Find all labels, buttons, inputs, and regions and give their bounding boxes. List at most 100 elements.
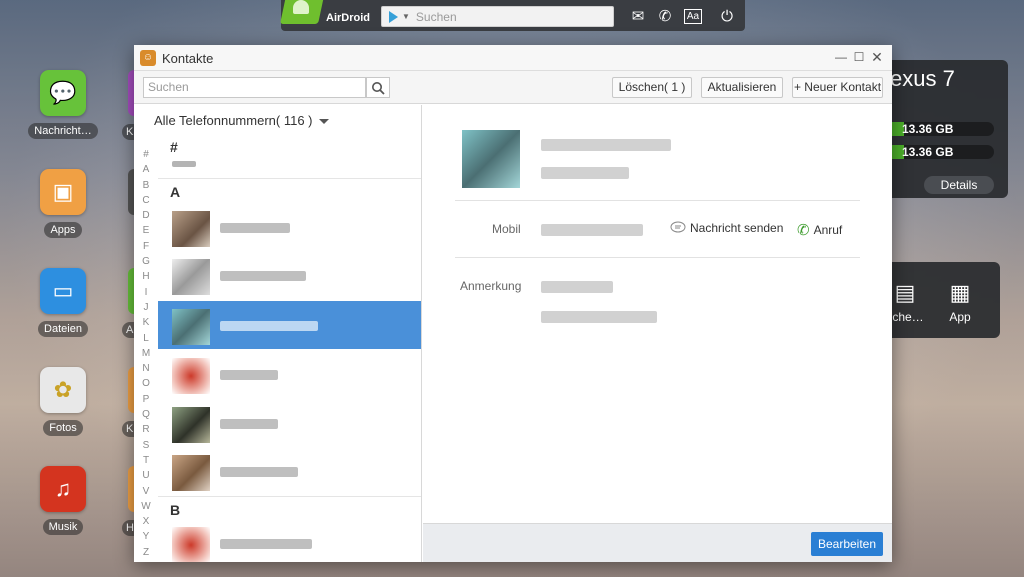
alphabet-index-letter[interactable]: D [140, 208, 152, 223]
dock-item-music[interactable]: ♫ Musik [28, 466, 98, 535]
tool-label: App [949, 310, 971, 324]
call-action[interactable]: ✆ Anruf [797, 221, 842, 239]
dock-label: Musik [42, 519, 84, 535]
global-search-placeholder: Suchen [415, 9, 457, 24]
contact-row[interactable] [158, 399, 421, 447]
alphabet-index-letter[interactable]: V [140, 484, 152, 499]
contact-subtitle-redacted [541, 167, 629, 179]
dock-label: Fotos [43, 420, 83, 436]
contact-name-redacted [220, 321, 318, 331]
dock-item-apps[interactable]: ▣ Apps [28, 169, 98, 238]
alphabet-index-letter[interactable]: A [140, 162, 152, 177]
contact-list-pane: Alle Telefonnummern( 116 ) # A B C D E F G H I J K L… [134, 105, 422, 562]
dock-item-photos[interactable]: ✿ Fotos [28, 367, 98, 436]
contact-photo [462, 130, 520, 188]
device-details-button[interactable]: Details [924, 176, 994, 194]
contact-row[interactable] [158, 350, 421, 398]
contact-name-redacted [220, 223, 290, 233]
alphabet-index-letter[interactable]: O [140, 376, 152, 391]
alphabet-index-letter[interactable]: T [140, 453, 152, 468]
alphabet-index-letter[interactable]: # [140, 147, 152, 162]
chat-bubble-icon [670, 221, 686, 233]
alphabet-index-letter[interactable]: S [140, 438, 152, 453]
folder-icon: ▭ [40, 268, 86, 314]
mobile-number-redacted [541, 224, 643, 236]
search-icon [372, 81, 385, 95]
contact-row[interactable] [158, 447, 421, 495]
alphabet-index-letter[interactable]: Z [140, 545, 152, 560]
contact-row[interactable] [158, 156, 421, 176]
window-titlebar[interactable]: ☺ Kontakte — ☐ ✕ [134, 45, 892, 71]
alphabet-index-letter[interactable]: X [140, 514, 152, 529]
chevron-down-icon [318, 119, 329, 125]
airdroid-topbar: AirDroid ▼ Suchen ✉ ✆ Aa ⏻ [280, 0, 745, 31]
device-panel: exus 7 13.36 GB 13.36 GB Details [880, 60, 1008, 198]
avatar [172, 407, 210, 443]
alphabet-index: # A B C D E F G H I J K L M N O P Q R S T U V W X Y Z [140, 147, 152, 560]
alphabet-index-letter[interactable]: G [140, 254, 152, 269]
tools-panel: ▤ sche… ▦ App [880, 262, 1000, 338]
alphabet-index-letter[interactable]: J [140, 300, 152, 315]
note-label: Anmerkung [460, 279, 522, 293]
close-icon[interactable]: ✕ [870, 50, 884, 64]
alphabet-index-letter[interactable]: R [140, 422, 152, 437]
contact-row[interactable] [158, 519, 421, 562]
contact-search-input[interactable]: Suchen [143, 77, 366, 98]
phone-filter-dropdown[interactable]: Alle Telefonnummern( 116 ) [154, 113, 329, 128]
avatar [172, 455, 210, 491]
contacts-toolbar: Suchen Löschen( 1 ) Aktualisieren + Neue… [134, 71, 892, 104]
minimize-icon[interactable]: — [834, 50, 848, 64]
photos-icon: ✿ [40, 367, 86, 413]
alphabet-index-letter[interactable]: I [140, 285, 152, 300]
global-search-input[interactable]: ▼ Suchen [381, 6, 614, 27]
alphabet-index-letter[interactable]: E [140, 223, 152, 238]
alphabet-index-letter[interactable]: Y [140, 529, 152, 544]
section-divider [158, 178, 421, 179]
phone-icon[interactable]: ✆ [655, 6, 675, 26]
alphabet-index-letter[interactable]: N [140, 361, 152, 376]
contact-row[interactable] [158, 203, 421, 251]
contact-row-selected[interactable] [158, 301, 421, 349]
alphabet-index-letter[interactable]: F [140, 239, 152, 254]
filter-label: Alle Telefonnummern( 116 ) [154, 113, 313, 128]
alphabet-index-letter[interactable]: H [140, 269, 152, 284]
airdroid-logo[interactable]: AirDroid [280, 0, 376, 31]
storage-bar-external: 13.36 GB [884, 145, 994, 159]
edit-button[interactable]: Bearbeiten [811, 532, 883, 556]
font-size-icon[interactable]: Aa [683, 6, 703, 26]
app-box-icon: ▦ [949, 280, 971, 305]
alphabet-index-letter[interactable]: U [140, 468, 152, 483]
avatar [172, 527, 210, 562]
alphabet-index-letter[interactable]: L [140, 331, 152, 346]
refresh-button[interactable]: Aktualisieren [701, 77, 783, 98]
detail-divider [455, 257, 860, 258]
alphabet-index-letter[interactable]: B [140, 178, 152, 193]
alphabet-index-letter[interactable]: C [140, 193, 152, 208]
alphabet-index-letter[interactable]: M [140, 346, 152, 361]
send-message-action[interactable]: Nachricht senden [670, 221, 783, 235]
dock-item-files[interactable]: ▭ Dateien [28, 268, 98, 337]
contact-name-redacted [220, 419, 278, 429]
dock-label: Dateien [38, 321, 88, 337]
tool-app[interactable]: ▦ App [935, 280, 985, 324]
search-button[interactable] [366, 77, 390, 98]
dock-item-messages[interactable]: 💬 Nachricht… [28, 70, 98, 139]
section-header: A [170, 184, 181, 200]
avatar [172, 358, 210, 394]
play-store-icon[interactable] [389, 10, 398, 23]
new-contact-button[interactable]: + Neuer Kontakt [792, 77, 883, 98]
maximize-icon[interactable]: ☐ [852, 50, 866, 64]
delete-button[interactable]: Löschen( 1 ) [612, 77, 692, 98]
section-header: # [170, 139, 178, 155]
contacts-app-icon: ☺ [140, 50, 156, 66]
phone-icon: ✆ [797, 222, 810, 239]
power-icon[interactable]: ⏻ [717, 6, 737, 26]
new-message-icon[interactable]: ✉ [628, 6, 648, 26]
alphabet-index-letter[interactable]: P [140, 392, 152, 407]
alphabet-index-letter[interactable]: W [140, 499, 152, 514]
alphabet-index-letter[interactable]: Q [140, 407, 152, 422]
chevron-down-icon[interactable]: ▼ [402, 12, 410, 21]
contact-row[interactable] [158, 251, 421, 299]
message-icon: 💬 [40, 70, 86, 116]
alphabet-index-letter[interactable]: K [140, 315, 152, 330]
